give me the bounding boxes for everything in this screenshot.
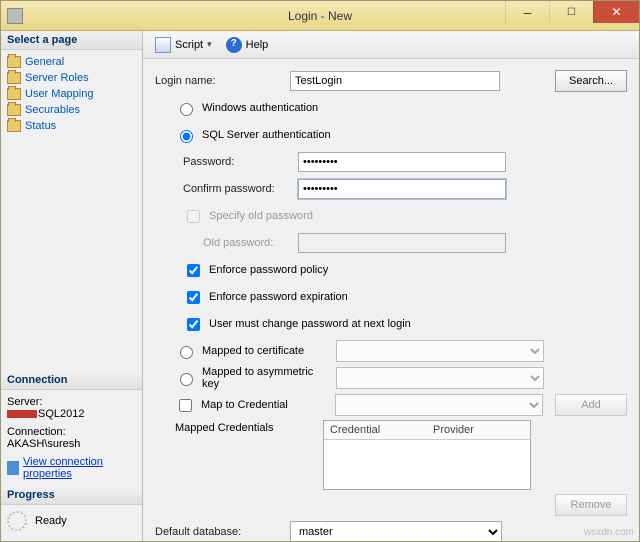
enforce-expiration-checkbox[interactable]: Enforce password expiration [155,285,627,309]
add-button: Add [555,394,627,416]
page-nav-list: General Server Roles User Mapping Secura… [1,50,142,138]
form-area: Login name: Search... Windows authentica… [143,59,639,541]
login-name-input[interactable] [290,71,500,91]
login-name-label: Login name: [155,75,290,87]
properties-icon [7,461,19,475]
progress-row: Ready [1,505,142,541]
confirm-password-label: Confirm password: [183,183,298,195]
help-icon: ? [226,37,242,53]
script-icon [155,37,171,53]
mapped-cert-radio[interactable]: Mapped to certificate [155,339,627,363]
folder-icon [7,120,21,132]
provider-column[interactable]: Provider [427,421,530,439]
server-value: SQL2012 [7,408,136,420]
toolbar: Script▾ ?Help [143,31,639,59]
mapped-asym-select [336,367,544,389]
nav-general[interactable]: General [5,54,138,70]
confirm-password-input[interactable] [298,179,506,199]
folder-icon [7,56,21,68]
windows-auth-radio[interactable]: Windows authentication [155,96,627,120]
redacted-icon [7,410,37,418]
nav-user-mapping[interactable]: User Mapping [5,86,138,102]
spinner-icon [7,511,27,531]
specify-old-password-checkbox[interactable]: Specify old password [155,204,627,228]
map-to-credential-checkbox[interactable]: Map to Credential Add [155,393,627,417]
titlebar[interactable]: Login - New [1,1,639,31]
old-password-input [298,233,506,253]
password-input[interactable] [298,152,506,172]
connection-header: Connection [1,371,142,390]
maximize-button[interactable] [549,1,593,23]
sql-auth-radio[interactable]: SQL Server authentication [155,123,627,147]
folder-icon [7,104,21,116]
nav-securables[interactable]: Securables [5,102,138,118]
app-icon [7,8,23,24]
left-panel: Select a page General Server Roles User … [1,31,143,541]
login-new-window: Login - New Select a page General Server… [0,0,640,542]
map-to-credential-select [335,394,543,416]
mapped-credentials-label: Mapped Credentials [175,420,323,434]
default-db-label: Default database: [155,526,290,538]
progress-header: Progress [1,486,142,505]
mapped-asym-radio[interactable]: Mapped to asymmetric key [155,366,627,390]
chevron-down-icon: ▾ [207,39,212,50]
default-db-select[interactable]: master [290,521,502,541]
server-label: Server: [7,396,136,408]
old-password-label: Old password: [203,237,298,249]
password-label: Password: [183,156,298,168]
minimize-button[interactable] [505,1,549,23]
folder-icon [7,88,21,100]
watermark: wsxdn.com [584,527,634,538]
script-button[interactable]: Script▾ [151,35,216,55]
remove-button: Remove [555,494,627,516]
enforce-policy-checkbox[interactable]: Enforce password policy [155,258,627,282]
select-page-header: Select a page [1,31,142,50]
connection-info: Server: SQL2012 Connection: AKASH\suresh… [1,390,142,486]
close-button[interactable] [593,1,639,23]
mapped-credentials-grid[interactable]: Credential Provider [323,420,531,490]
connection-value: AKASH\suresh [7,438,136,450]
folder-icon [7,72,21,84]
help-button[interactable]: ?Help [222,35,273,55]
mapped-cert-select [336,340,544,362]
search-button[interactable]: Search... [555,70,627,92]
nav-status[interactable]: Status [5,118,138,134]
credential-column[interactable]: Credential [324,421,427,439]
right-panel: Script▾ ?Help Login name: Search... Wind… [143,31,639,541]
progress-status: Ready [35,515,67,527]
nav-server-roles[interactable]: Server Roles [5,70,138,86]
connection-label: Connection: [7,426,136,438]
must-change-checkbox[interactable]: User must change password at next login [155,312,627,336]
view-connection-properties-link[interactable]: View connection properties [7,456,136,480]
window-title: Login - New [288,9,352,23]
